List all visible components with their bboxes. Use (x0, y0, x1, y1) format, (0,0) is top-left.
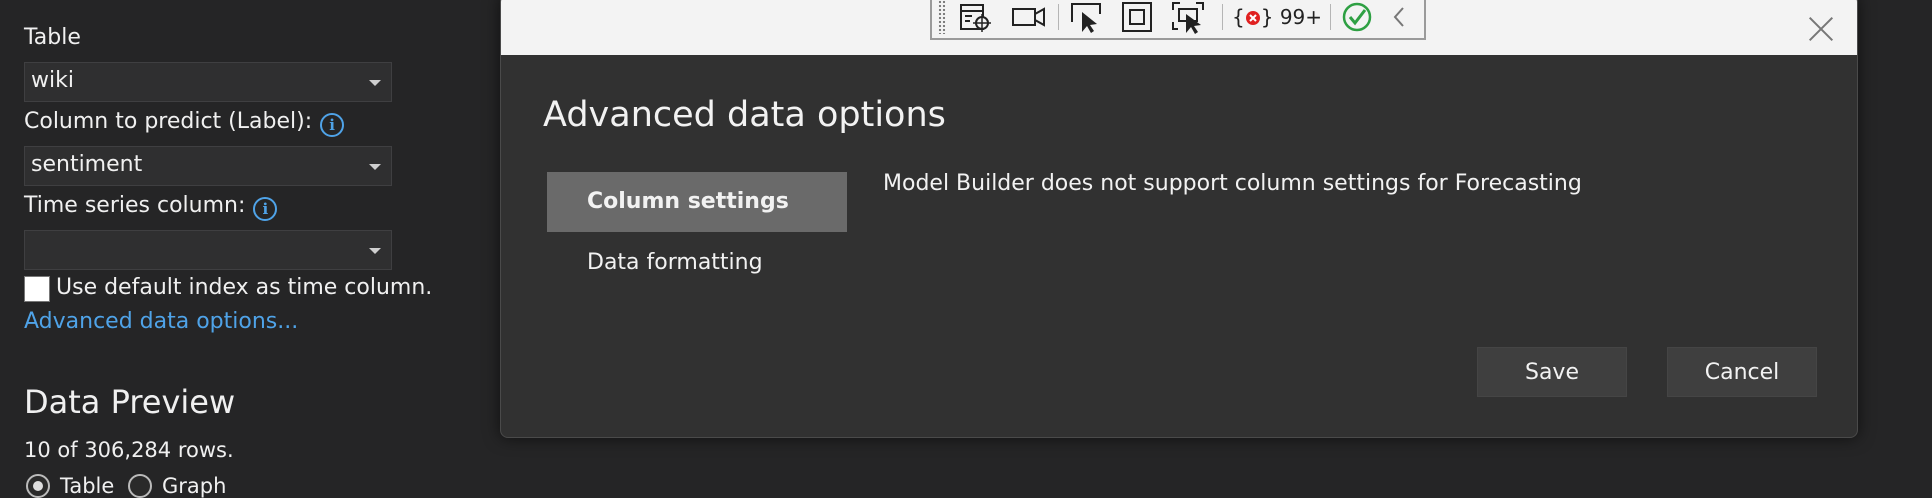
data-preview-title: Data Preview (24, 383, 236, 421)
live-visual-tree-icon[interactable] (958, 0, 994, 34)
check-circle-icon[interactable] (1340, 0, 1374, 34)
toolbar-separator (1330, 4, 1331, 30)
track-focused-element-icon[interactable] (1170, 0, 1208, 34)
video-camera-icon[interactable] (1010, 0, 1048, 34)
radio-graph[interactable] (128, 474, 152, 498)
radio-table-label: Table (60, 474, 115, 498)
exceptions-indicator[interactable]: {} 99+ (1232, 5, 1322, 29)
advanced-data-options-dialog: Advanced data options Column settings Da… (500, 0, 1858, 438)
column-select-value: sentiment (31, 152, 143, 177)
time-series-text: Time series column: (24, 193, 246, 218)
time-series-select[interactable] (24, 230, 392, 270)
chevron-left-icon[interactable] (1386, 0, 1412, 34)
select-element-icon[interactable] (1068, 0, 1106, 34)
table-select-value: wiki (31, 68, 74, 93)
default-index-label: Use default index as time column. (56, 275, 433, 300)
chevron-down-icon (369, 164, 381, 170)
rows-count: 10 of 306,284 rows. (24, 438, 234, 462)
info-icon[interactable]: i (253, 197, 278, 221)
column-to-predict-text: Column to predict (Label): (24, 109, 313, 134)
debug-toolbar: {} 99+ (930, 0, 1426, 40)
table-label: Table (24, 25, 81, 50)
column-to-predict-select[interactable]: sentiment (24, 146, 392, 186)
default-index-checkbox[interactable] (24, 276, 50, 302)
close-icon[interactable] (1807, 15, 1835, 43)
display-layout-adorners-icon[interactable] (1120, 0, 1156, 34)
nav-column-settings[interactable]: Column settings (547, 172, 847, 232)
error-icon (1245, 11, 1260, 25)
brace-open: { (1232, 5, 1245, 29)
toolbar-separator (1222, 4, 1223, 30)
drag-grip-icon[interactable] (938, 0, 946, 34)
table-select[interactable]: wiki (24, 62, 392, 102)
time-series-label: Time series column: i (24, 192, 278, 221)
brace-close: } (1260, 5, 1274, 29)
toolbar-separator (1058, 4, 1059, 30)
radio-table[interactable] (26, 474, 50, 498)
info-icon[interactable]: i (320, 113, 345, 137)
dialog-title: Advanced data options (543, 95, 946, 135)
save-button[interactable]: Save (1477, 347, 1627, 397)
advanced-data-options-link[interactable]: Advanced data options... (24, 309, 298, 334)
chevron-down-icon (369, 248, 381, 254)
column-to-predict-label: Column to predict (Label): i (24, 108, 345, 137)
cancel-button[interactable]: Cancel (1667, 347, 1817, 397)
chevron-down-icon (369, 80, 381, 86)
nav-data-formatting[interactable]: Data formatting (547, 233, 847, 293)
unsupported-message: Model Builder does not support column se… (883, 171, 1582, 196)
exceptions-count: 99+ (1279, 5, 1323, 29)
radio-graph-label: Graph (162, 474, 227, 498)
